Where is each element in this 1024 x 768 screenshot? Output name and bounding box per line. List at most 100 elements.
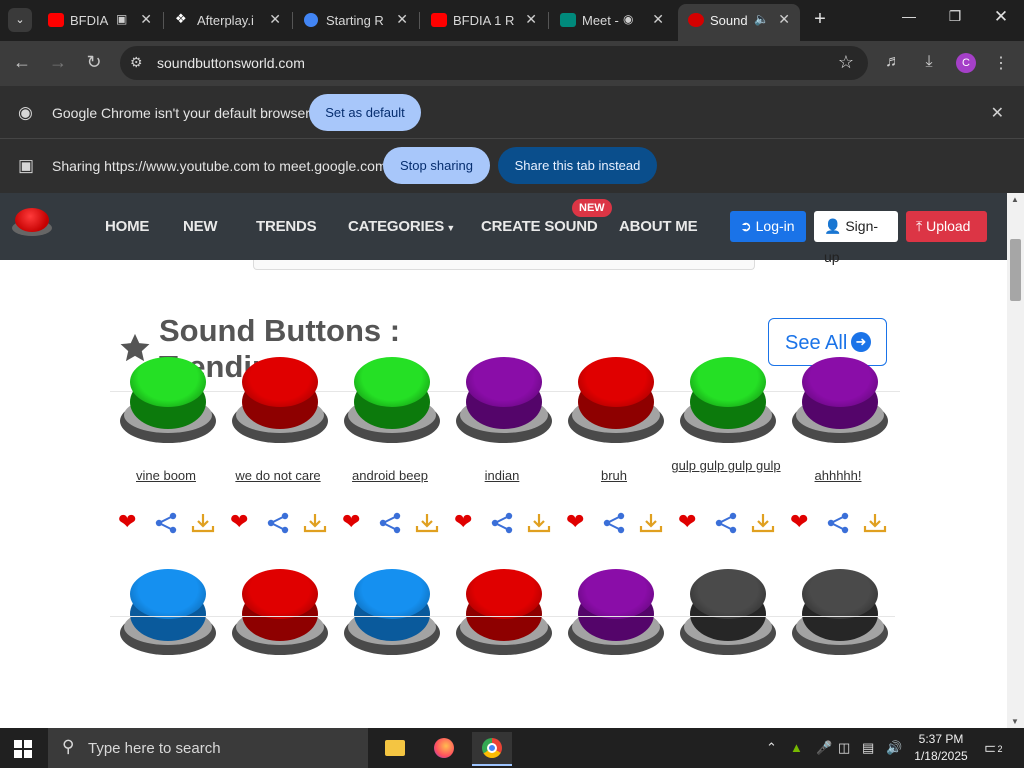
share-icon[interactable] [714, 512, 738, 534]
sound-label-link[interactable]: ahhhhh! [782, 466, 894, 486]
chrome-icon[interactable] [472, 732, 512, 766]
sound-label-link[interactable]: gulp gulp gulp gulp [670, 456, 782, 476]
sound-play-button[interactable] [344, 565, 440, 655]
download-icon[interactable] [303, 512, 327, 534]
restore-button[interactable]: ❐ [940, 8, 970, 25]
nav-about-me[interactable]: ABOUT ME [619, 218, 698, 235]
heart-icon[interactable]: ❤ [678, 510, 696, 534]
network-icon[interactable]: ▤ [862, 740, 874, 756]
upload-button[interactable]: ⤒ Upload [906, 211, 987, 242]
sound-play-button[interactable] [456, 353, 552, 443]
close-icon[interactable]: ✕ [269, 11, 281, 28]
sound-label-link[interactable]: android beep [334, 466, 446, 486]
new-tab-button[interactable]: + [808, 8, 832, 32]
sound-play-button[interactable] [232, 353, 328, 443]
heart-icon[interactable]: ❤ [230, 510, 248, 534]
share-icon[interactable] [154, 512, 178, 534]
download-icon[interactable] [639, 512, 663, 534]
back-icon[interactable]: ← [10, 52, 34, 73]
signup-button[interactable]: 👤 Sign-up [814, 211, 898, 265]
sound-play-button[interactable] [792, 565, 888, 655]
scroll-up-icon[interactable]: ▲ [1011, 195, 1019, 204]
sound-play-button[interactable] [792, 353, 888, 443]
download-icon[interactable]: ⤓ [918, 53, 940, 71]
nav-categories[interactable]: CATEGORIES ▼ [348, 218, 455, 235]
share-icon[interactable] [826, 512, 850, 534]
speaker-icon[interactable]: 🔈 [754, 12, 769, 26]
minimize-button[interactable]: — [894, 8, 924, 24]
heart-icon[interactable]: ❤ [790, 510, 808, 534]
battery-icon[interactable]: ◫ [838, 740, 850, 756]
scroll-down-icon[interactable]: ▼ [1011, 717, 1019, 726]
tab-bfdia-1[interactable]: BFDIA 1 R ✕ [421, 6, 547, 35]
tab-starting[interactable]: Starting R ✕ [294, 6, 418, 35]
share-icon[interactable] [490, 512, 514, 534]
tab-sound-active[interactable]: Sound 🔈 ✕ [678, 4, 800, 41]
nav-home[interactable]: HOME [105, 218, 149, 235]
volume-icon[interactable]: 🔊 [886, 740, 902, 756]
stop-sharing-button[interactable]: Stop sharing [383, 147, 490, 184]
close-icon[interactable]: ✕ [396, 11, 408, 28]
scrollbar-thumb[interactable] [1010, 239, 1021, 301]
sound-label-link[interactable]: bruh [558, 466, 670, 486]
set-as-default-button[interactable]: Set as default [309, 94, 421, 131]
close-window-button[interactable]: ✕ [986, 7, 1016, 27]
heart-icon[interactable]: ❤ [566, 510, 584, 534]
sound-play-button[interactable] [456, 565, 552, 655]
close-icon[interactable]: ✕ [525, 11, 537, 28]
sound-play-button[interactable] [568, 353, 664, 443]
download-icon[interactable] [751, 512, 775, 534]
sound-play-button[interactable] [120, 353, 216, 443]
notifications-icon[interactable]: ▭ 2 [984, 738, 1006, 758]
share-icon[interactable] [266, 512, 290, 534]
nav-trends[interactable]: TRENDS [256, 218, 317, 235]
sound-label-link[interactable]: vine boom [110, 466, 222, 486]
login-button[interactable]: ➲ Log-in [730, 211, 806, 242]
firefox-icon[interactable] [424, 732, 464, 766]
microphone-icon[interactable]: 🎤 [816, 740, 832, 756]
file-explorer-icon[interactable] [375, 732, 415, 766]
chevron-up-icon[interactable]: ⌃ [766, 740, 777, 756]
url-text[interactable]: soundbuttonsworld.com [157, 55, 305, 71]
address-bar[interactable]: ⚙ soundbuttonsworld.com ☆ [120, 46, 868, 80]
taskbar-search-box[interactable]: ⚲ Type here to search [48, 728, 368, 768]
tab-search-button[interactable]: ⌄ [8, 8, 32, 32]
bookmark-star-icon[interactable]: ☆ [838, 52, 854, 73]
heart-icon[interactable]: ❤ [118, 510, 136, 534]
sound-play-button[interactable] [680, 353, 776, 443]
nvidia-icon[interactable]: ▲ [790, 740, 803, 755]
sound-play-button[interactable] [568, 565, 664, 655]
sound-play-button[interactable] [680, 565, 776, 655]
share-this-tab-button[interactable]: Share this tab instead [498, 147, 657, 184]
sound-play-button[interactable] [344, 353, 440, 443]
forward-icon[interactable]: → [46, 52, 70, 73]
sound-label-link[interactable]: we do not care [222, 466, 334, 486]
download-icon[interactable] [863, 512, 887, 534]
heart-icon[interactable]: ❤ [342, 510, 360, 534]
media-control-icon[interactable]: ♬ [882, 53, 904, 71]
download-icon[interactable] [191, 512, 215, 534]
sound-play-button[interactable] [120, 565, 216, 655]
sound-play-button[interactable] [232, 565, 328, 655]
tab-bfdia[interactable]: BFDIA ▣ ✕ [38, 6, 162, 35]
nav-create-sound[interactable]: CREATE SOUND [481, 218, 598, 235]
reload-icon[interactable]: ↻ [82, 52, 106, 73]
menu-kebab-icon[interactable]: ⋮ [990, 53, 1012, 73]
heart-icon[interactable]: ❤ [454, 510, 472, 534]
taskbar-clock[interactable]: 5:37 PM 1/18/2025 [910, 731, 972, 765]
close-icon[interactable]: ✕ [991, 103, 1004, 123]
close-icon[interactable]: ✕ [652, 11, 664, 28]
close-icon[interactable]: ✕ [778, 11, 790, 28]
windows-start-icon[interactable] [14, 740, 32, 758]
tab-afterplay[interactable]: ❖ Afterplay.i ✕ [165, 6, 291, 35]
share-icon[interactable] [378, 512, 402, 534]
sound-label-link[interactable]: indian [446, 466, 558, 486]
share-icon[interactable] [602, 512, 626, 534]
download-icon[interactable] [527, 512, 551, 534]
page-scrollbar[interactable]: ▲ ▼ [1007, 193, 1024, 728]
site-logo[interactable] [12, 206, 52, 240]
nav-new[interactable]: NEW [183, 218, 218, 235]
profile-avatar[interactable]: C [956, 53, 976, 73]
close-icon[interactable]: ✕ [140, 11, 152, 28]
site-info-icon[interactable]: ⚙ [130, 54, 143, 71]
